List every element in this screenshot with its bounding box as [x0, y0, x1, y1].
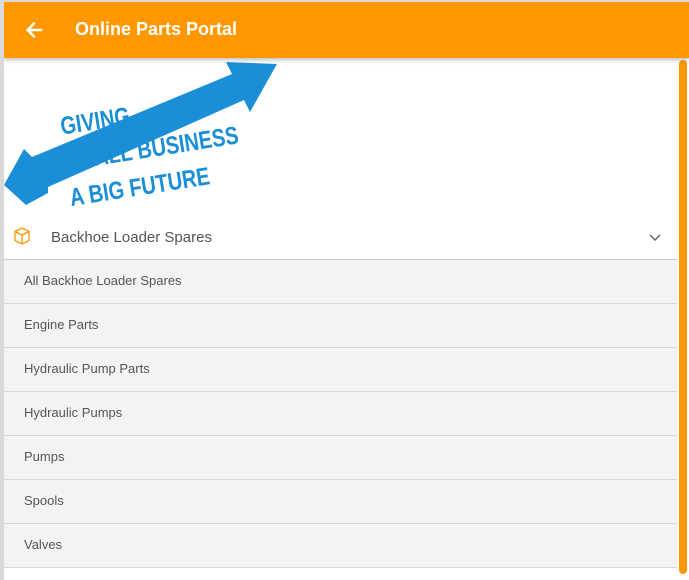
- category-label: Backhoe Loader Spares: [51, 229, 212, 246]
- list-item-label: All Backhoe Loader Spares: [24, 273, 182, 288]
- list-item-label: Pumps: [24, 449, 65, 464]
- list-item-spools[interactable]: Spools: [4, 480, 677, 524]
- main-content: GIVING SMALL BUSINESS A BIG FUTURE Backhoe…: [4, 58, 689, 580]
- chevron-down-icon[interactable]: [647, 229, 663, 245]
- list-item-all-backhoe-loader-spares[interactable]: All Backhoe Loader Spares: [4, 260, 677, 304]
- back-button[interactable]: [20, 16, 48, 44]
- subcategory-list: All Backhoe Loader Spares Engine Parts H…: [4, 260, 677, 568]
- banner-logo: GIVING SMALL BUSINESS A BIG FUTURE: [4, 62, 280, 210]
- scrollbar-thumb[interactable]: [679, 60, 687, 574]
- list-item-label: Hydraulic Pumps: [24, 405, 123, 420]
- scrollbar[interactable]: [678, 58, 689, 580]
- list-item-valves[interactable]: Valves: [4, 524, 677, 568]
- app-bar: Online Parts Portal: [4, 2, 689, 58]
- list-item-label: Engine Parts: [24, 317, 99, 332]
- category-dropdown[interactable]: Backhoe Loader Spares: [4, 215, 677, 260]
- list-item-hydraulic-pumps[interactable]: Hydraulic Pumps: [4, 392, 677, 436]
- list-item-label: Hydraulic Pump Parts: [24, 361, 150, 376]
- app-window: Online Parts Portal GIVING SMALL BUSINESS…: [4, 2, 689, 580]
- arrow-left-icon: [26, 22, 43, 38]
- list-item-engine-parts[interactable]: Engine Parts: [4, 304, 677, 348]
- box-icon: [14, 227, 30, 245]
- list-item-pumps[interactable]: Pumps: [4, 436, 677, 480]
- list-item-label: Spools: [24, 493, 64, 508]
- list-item-hydraulic-pump-parts[interactable]: Hydraulic Pump Parts: [4, 348, 677, 392]
- list-item-label: Valves: [24, 537, 63, 552]
- page-title: Online Parts Portal: [75, 19, 238, 39]
